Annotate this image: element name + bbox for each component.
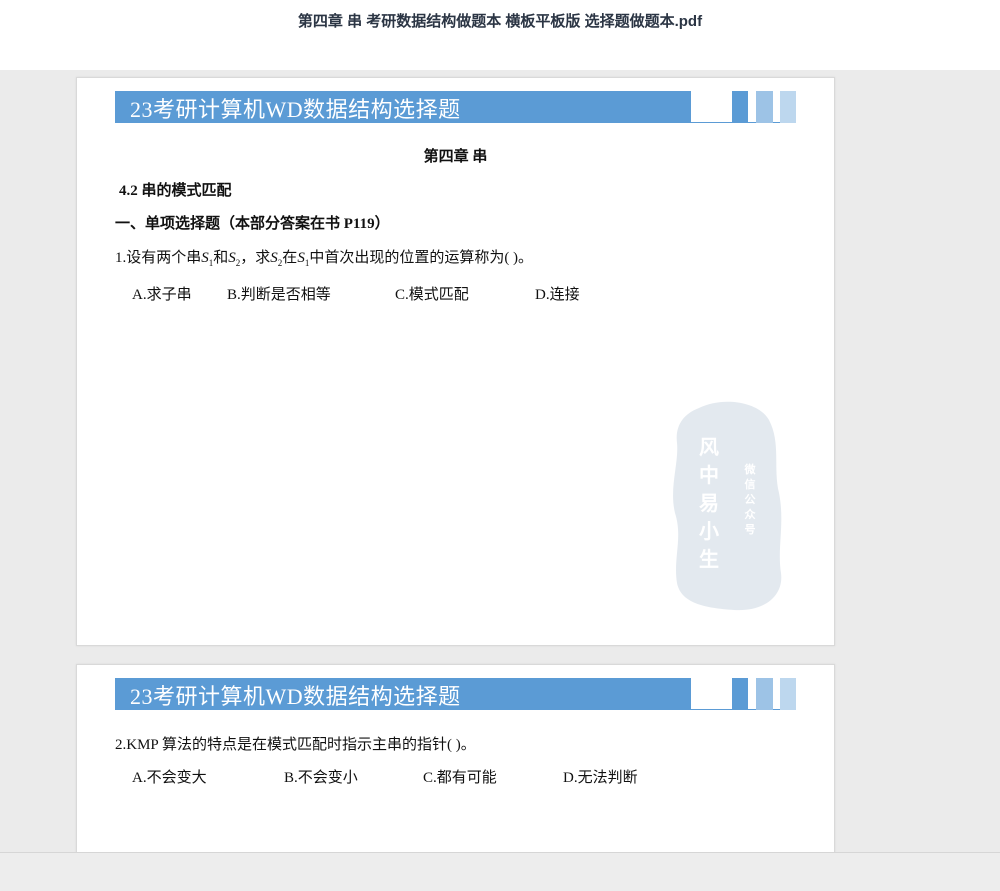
watermark-char: 风	[699, 435, 719, 459]
status-bar	[0, 852, 1000, 891]
header-decor-square	[756, 678, 773, 710]
watermark-char: 易	[699, 491, 719, 515]
option-a: A.求子串	[132, 287, 192, 303]
header-rule	[115, 709, 796, 710]
option-a: A.不会变大	[132, 770, 207, 786]
watermark-char: 号	[745, 523, 756, 536]
page-header-banner: 23考研计算机WD数据结构选择题	[115, 91, 691, 123]
title-bar: 第四章 串 考研数据结构做题本 横板平板版 选择题做题本.pdf	[0, 0, 1000, 70]
watermark-char: 微	[744, 462, 757, 476]
header-decor-square	[780, 678, 796, 710]
option-c: C.都有可能	[423, 770, 497, 786]
header-decor-square	[780, 91, 796, 123]
question-1: 1.设有两个串S1和S2，求S2在S1中首次出现的位置的运算称为( )。	[115, 250, 534, 268]
pdf-page-1: 23考研计算机WD数据结构选择题 第四章 串 4.2 串的模式匹配 一、单项选择…	[76, 77, 835, 646]
option-c: C.模式匹配	[395, 287, 469, 303]
header-decor-square	[732, 678, 748, 710]
banner-title: 23考研计算机WD数据结构选择题	[130, 97, 461, 122]
banner-title: 23考研计算机WD数据结构选择题	[130, 684, 461, 709]
header-decor-square	[732, 91, 748, 123]
header-rule	[115, 122, 796, 123]
header-decor-square	[756, 91, 773, 123]
watermark-char: 中	[699, 463, 719, 487]
pdf-viewer[interactable]: 23考研计算机WD数据结构选择题 第四章 串 4.2 串的模式匹配 一、单项选择…	[0, 70, 1000, 852]
option-b: B.不会变小	[284, 770, 358, 786]
watermark-char: 信	[745, 477, 756, 491]
option-d: D.无法判断	[563, 770, 638, 786]
watermark-char: 众	[745, 507, 757, 521]
page-header-banner: 23考研计算机WD数据结构选择题	[115, 678, 691, 710]
document-title: 第四章 串 考研数据结构做题本 横板平板版 选择题做题本.pdf	[297, 13, 703, 30]
pdf-page-2: 23考研计算机WD数据结构选择题 2.KMP 算法的特点是在模式匹配时指示主串的…	[76, 664, 835, 852]
watermark-char: 公	[745, 493, 756, 506]
watermark-char: 生	[699, 547, 719, 571]
chapter-title: 第四章 串	[423, 149, 488, 165]
question-2: 2.KMP 算法的特点是在模式匹配时指示主串的指针( )。	[115, 737, 476, 753]
watermark-char: 小	[699, 519, 719, 543]
option-d: D.连接	[535, 287, 580, 303]
option-b: B.判断是否相等	[227, 287, 331, 303]
watermark-seal: 风 中 易 小 生 微 信 公 众 号	[673, 401, 782, 611]
part-title: 一、单项选择题（本部分答案在书 P119）	[115, 216, 390, 232]
section-title: 4.2 串的模式匹配	[119, 183, 232, 199]
